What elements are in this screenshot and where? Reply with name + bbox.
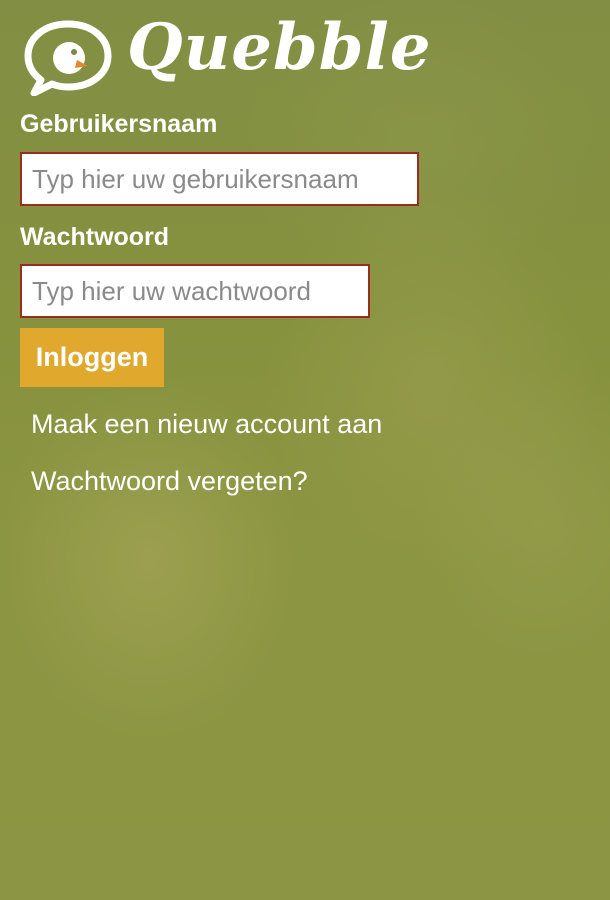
login-button[interactable]: Inloggen: [20, 328, 164, 387]
brand-wordmark: Quebble: [127, 10, 432, 85]
username-input[interactable]: [20, 152, 419, 206]
username-label: Gebruikersnaam: [20, 110, 218, 138]
login-screen: Quebble Gebruikersnaam Wachtwoord Inlogg…: [0, 0, 610, 900]
create-account-link[interactable]: Maak een nieuw account aan: [31, 411, 382, 438]
app-logo: [22, 20, 114, 96]
speech-bubble-chick-icon: [22, 20, 114, 96]
password-input[interactable]: [20, 264, 370, 318]
forgot-password-link[interactable]: Wachtwoord vergeten?: [31, 468, 308, 495]
password-label: Wachtwoord: [20, 223, 170, 251]
